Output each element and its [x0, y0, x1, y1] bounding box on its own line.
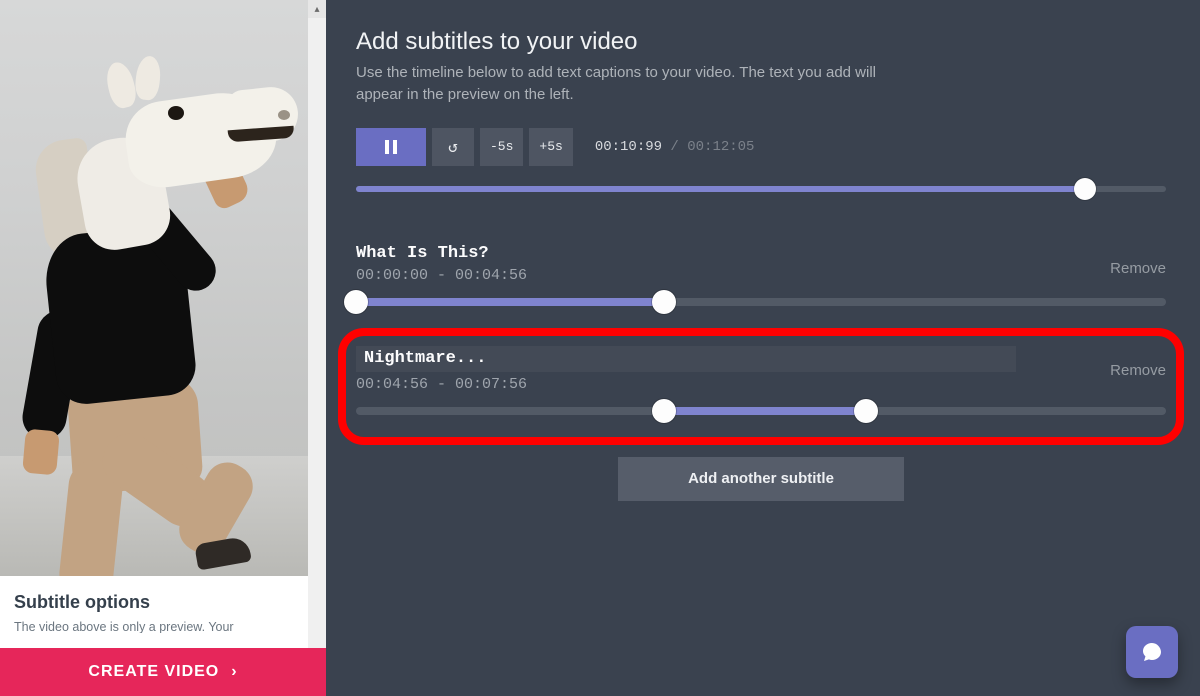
- chat-icon: [1140, 640, 1164, 664]
- forward-5s-button[interactable]: +5s: [529, 128, 572, 166]
- left-scrollbar[interactable]: ▴: [308, 0, 326, 696]
- range-start-knob[interactable]: [652, 399, 676, 423]
- subtitle-range: 00:04:56 - 00:07:56: [356, 376, 1166, 393]
- scroll-up-icon[interactable]: ▴: [308, 0, 326, 18]
- subtitle-range-slider[interactable]: [356, 407, 1166, 415]
- playback-progress[interactable]: [356, 186, 1166, 200]
- main-panel: Add subtitles to your video Use the time…: [326, 0, 1200, 696]
- chevron-right-icon: ›: [231, 663, 237, 681]
- subtitle-row: 00:04:56 - 00:07:56 Remove: [356, 346, 1166, 415]
- page-title: Add subtitles to your video: [356, 28, 1166, 56]
- subtitle-range-slider[interactable]: [356, 298, 1166, 306]
- preview-image: [0, 0, 308, 576]
- video-preview: [0, 0, 308, 576]
- page-subtitle: Use the timeline below to add text capti…: [356, 62, 876, 106]
- remove-subtitle-link[interactable]: Remove: [1110, 362, 1166, 379]
- pause-icon: [385, 140, 397, 154]
- chat-button[interactable]: [1126, 626, 1178, 678]
- current-time: 00:10:99: [595, 139, 662, 155]
- progress-knob[interactable]: [1074, 178, 1096, 200]
- create-video-label: CREATE VIDEO: [88, 663, 219, 681]
- playback-controls: ↺ -5s +5s 00:10:99 / 00:12:05: [356, 128, 1166, 166]
- total-time: 00:12:05: [687, 139, 754, 155]
- add-subtitle-button[interactable]: Add another subtitle: [618, 457, 904, 501]
- subtitle-row: What Is This? 00:00:00 - 00:04:56 Remove: [356, 244, 1166, 306]
- subtitle-options-desc: The video above is only a preview. Your: [14, 619, 312, 633]
- subtitle-text[interactable]: What Is This?: [356, 244, 1166, 263]
- restart-button[interactable]: ↺: [432, 128, 474, 166]
- range-end-knob[interactable]: [854, 399, 878, 423]
- subtitle-options-section: Subtitle options The video above is only…: [0, 576, 326, 633]
- range-start-knob[interactable]: [344, 290, 368, 314]
- pause-button[interactable]: [356, 128, 426, 166]
- rewind-5s-button[interactable]: -5s: [480, 128, 523, 166]
- time-sep: /: [662, 139, 687, 155]
- subtitle-options-heading: Subtitle options: [14, 592, 312, 613]
- time-readout: 00:10:99 / 00:12:05: [595, 139, 755, 155]
- restart-icon: ↺: [448, 137, 458, 157]
- range-end-knob[interactable]: [652, 290, 676, 314]
- subtitle-text-input[interactable]: [356, 346, 1016, 372]
- remove-subtitle-link[interactable]: Remove: [1110, 260, 1166, 277]
- left-panel: Subtitle options The video above is only…: [0, 0, 326, 696]
- create-video-button[interactable]: CREATE VIDEO ›: [0, 648, 326, 696]
- subtitle-range: 00:00:00 - 00:04:56: [356, 267, 1166, 284]
